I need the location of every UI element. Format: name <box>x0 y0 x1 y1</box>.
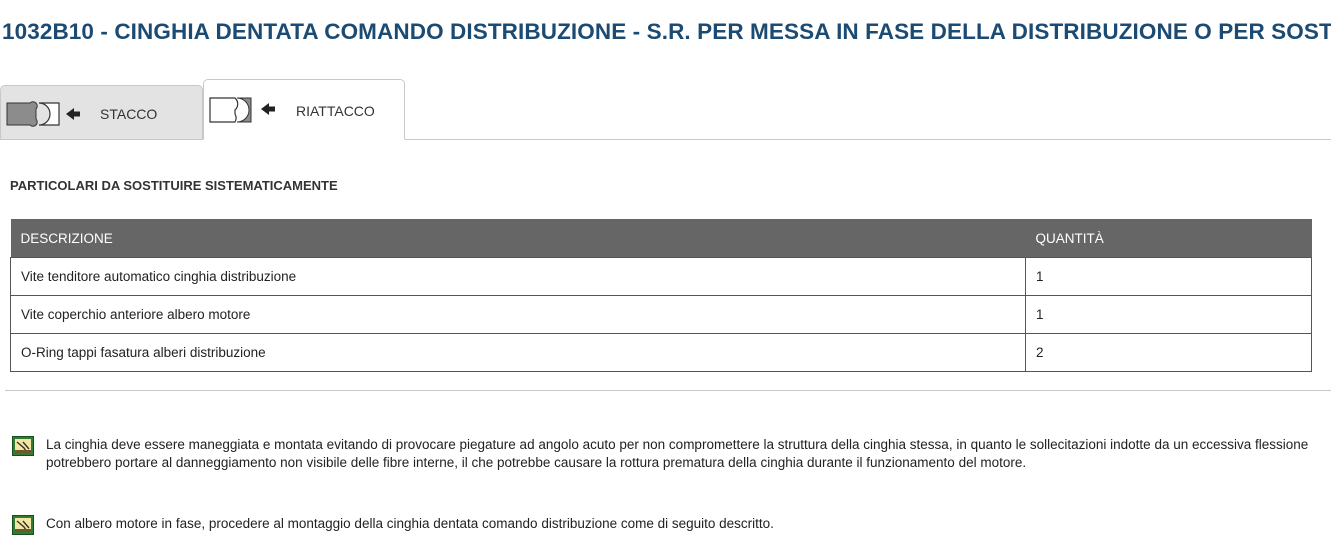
detach-icon <box>6 100 81 131</box>
row-description: Vite tenditore automatico cinghia distri… <box>10 257 1026 296</box>
table-row: O-Ring tappi fasatura alberi distribuzio… <box>10 333 1312 372</box>
table-row: Vite coperchio anteriore albero motore 1 <box>10 295 1312 334</box>
table-row: Vite tenditore automatico cinghia distri… <box>10 257 1312 296</box>
note-text: Con albero motore in fase, procedere al … <box>46 516 774 531</box>
tool-note-icon <box>12 515 34 540</box>
tab-bar: STACCO RIATTACCO <box>0 79 1331 140</box>
page-title: 1032B10 - CINGHIA DENTATA COMANDO DISTRI… <box>2 19 1331 44</box>
tab-riattacco[interactable]: RIATTACCO <box>203 79 405 140</box>
note-item: Con albero motore in fase, procedere al … <box>12 515 1322 535</box>
tab-riattacco-label: RIATTACCO <box>296 103 375 119</box>
tab-stacco-label: STACCO <box>100 106 158 122</box>
row-quantity: 1 <box>1025 295 1312 334</box>
row-quantity: 2 <box>1025 333 1312 372</box>
table-header-row: DESCRIZIONE QUANTITÀ <box>10 219 1312 258</box>
reattach-icon <box>209 97 281 128</box>
row-description: Vite coperchio anteriore albero motore <box>10 295 1026 334</box>
column-header-description: DESCRIZIONE <box>10 219 1026 258</box>
parts-table: DESCRIZIONE QUANTITÀ Vite tenditore auto… <box>10 219 1312 372</box>
tab-stacco[interactable]: STACCO <box>0 85 203 140</box>
section-divider <box>5 390 1331 391</box>
section-title: PARTICOLARI DA SOSTITUIRE SISTEMATICAMEN… <box>10 178 338 193</box>
tab-divider <box>0 139 1331 140</box>
column-header-quantity: QUANTITÀ <box>1025 219 1312 258</box>
row-description: O-Ring tappi fasatura alberi distribuzio… <box>10 333 1026 372</box>
note-item: La cinghia deve essere maneggiata e mont… <box>12 436 1322 476</box>
row-quantity: 1 <box>1025 257 1312 296</box>
note-text: La cinghia deve essere maneggiata e mont… <box>46 437 1309 470</box>
tool-note-icon <box>12 436 34 461</box>
